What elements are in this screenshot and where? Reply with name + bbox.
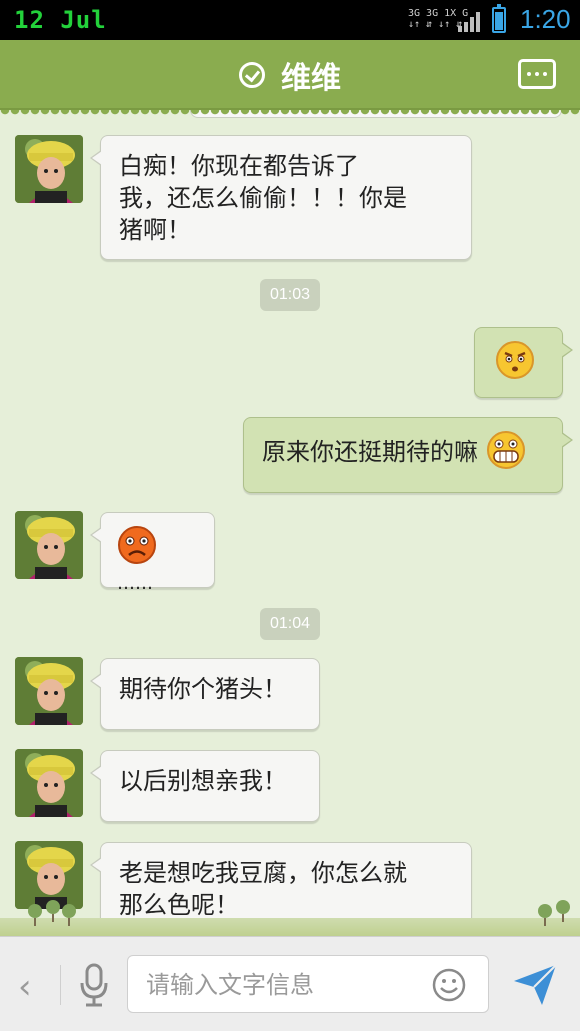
send-icon[interactable] (512, 961, 558, 1007)
signal-icon (458, 10, 482, 32)
message-text: …… (117, 573, 153, 594)
message-line: 老是想吃我豆腐，你怎么就 (119, 859, 407, 887)
incoming-message[interactable]: 期待你个猪头！ (90, 658, 320, 730)
smiley-icon[interactable] (432, 968, 466, 1002)
message-text: 期待你个猪头！ (119, 675, 287, 703)
frown-face-icon (118, 526, 156, 564)
incoming-message[interactable]: 白痴！你现在都告诉了 我，还怎么偷偷！！！你是 猪啊！ (90, 135, 472, 260)
incoming-message[interactable]: 以后别想亲我！ (90, 750, 320, 822)
tree-icon (538, 904, 552, 926)
more-options-button[interactable] (518, 59, 556, 89)
collapse-button[interactable]: ‹ (18, 967, 32, 1007)
input-bar: ‹ (0, 936, 580, 1031)
microphone-icon[interactable] (78, 961, 110, 1009)
message-text: 原来你还挺期待的嘛 (262, 438, 478, 466)
contact-avatar[interactable] (15, 135, 83, 203)
tree-icon (28, 904, 42, 926)
header-scallop-edge (0, 110, 580, 118)
tree-icon (556, 900, 570, 922)
timestamp: 01:03 (260, 279, 320, 311)
status-bar: 12 Jul 3G 3G 1X G ↓↑ ⇵ ↓↑ ⇵ 1:20 (0, 0, 580, 40)
message-text: 以后别想亲我！ (119, 767, 287, 795)
incoming-message[interactable]: …… (90, 512, 215, 594)
chat-header: 维维 (0, 40, 580, 110)
message-line: 我，还怎么偷偷！！！你是 (119, 184, 407, 212)
check-circle-icon (239, 62, 265, 88)
ground-decoration (0, 918, 580, 936)
outgoing-message[interactable]: 原来你还挺期待的嘛 (243, 417, 573, 493)
contact-avatar[interactable] (15, 749, 83, 817)
contact-avatar[interactable] (15, 511, 83, 579)
tree-icon (46, 900, 60, 922)
status-date: 12 Jul (14, 6, 107, 34)
outgoing-message[interactable] (474, 327, 573, 398)
status-time: 1:20 (520, 4, 571, 34)
message-line: 猪啊！ (119, 216, 191, 244)
grin-face-icon (486, 431, 525, 469)
message-input[interactable] (146, 965, 416, 1005)
timestamp: 01:04 (260, 608, 320, 640)
contact-name: 维维 (281, 61, 341, 96)
message-input-box[interactable] (127, 955, 489, 1013)
battery-icon (492, 4, 506, 33)
tree-icon (62, 904, 76, 926)
dot (535, 72, 539, 76)
dot (543, 72, 547, 76)
divider (60, 965, 61, 1005)
message-line: 白痴！你现在都告诉了 (119, 152, 359, 180)
dot (527, 72, 531, 76)
message-list[interactable]: 白痴！你现在都告诉了 我，还怎么偷偷！！！你是 猪啊！ 01:03 原来你还挺期… (0, 118, 580, 933)
contact-avatar[interactable] (15, 841, 83, 909)
message-line: 那么色呢！ (119, 891, 239, 919)
contact-avatar[interactable] (15, 657, 83, 725)
angry-face-icon (496, 341, 534, 379)
